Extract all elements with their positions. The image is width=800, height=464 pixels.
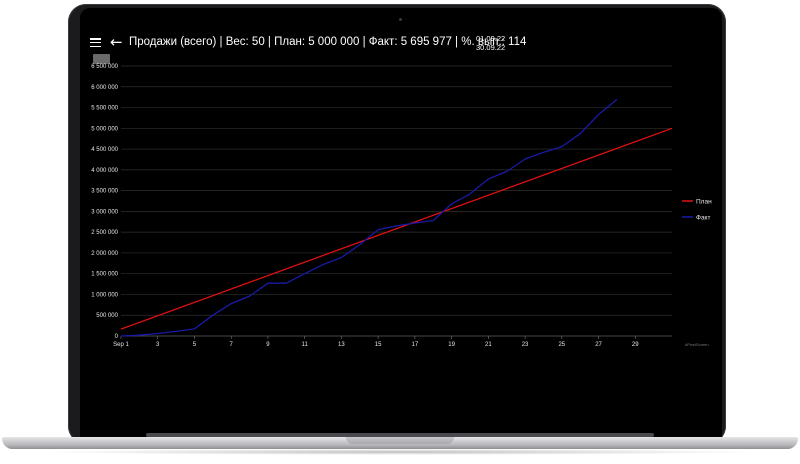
date-to: 30.09.22 — [476, 43, 506, 52]
date-range[interactable]: 01.09.22 30.09.22 — [476, 34, 505, 52]
x-tick-label: 5 — [193, 342, 197, 348]
x-tick-label: 3 — [156, 342, 160, 348]
y-tick-label: 1 500 000 — [91, 272, 118, 278]
sales-line-chart: 0 500 000 1 000 000 1 500 000 2 000 000 2 500… — [91, 64, 712, 348]
x-tick-label: 23 — [522, 342, 529, 348]
x-tick-label: 17 — [412, 342, 419, 348]
y-tick-label: 6 000 000 — [91, 85, 118, 91]
x-tick-label: Sep 1 — [113, 342, 129, 348]
plan-series-line — [120, 127, 673, 330]
legend-label: Факт — [696, 214, 710, 221]
legend-label: План — [696, 198, 712, 205]
y-tick-label: 5 000 000 — [91, 126, 118, 132]
menu-icon[interactable] — [90, 38, 101, 48]
y-tick-label: 4 000 000 — [91, 168, 118, 174]
laptop-shadow — [40, 449, 760, 455]
camera — [399, 18, 402, 21]
x-tick-label: 27 — [595, 342, 602, 348]
arrow-left-icon[interactable]: ← — [110, 33, 123, 51]
x-tick-label: 13 — [338, 342, 345, 348]
x-tick-label: 11 — [302, 342, 309, 348]
y-tick-label: 2 000 000 — [91, 251, 118, 257]
y-tick-label: 4 500 000 — [91, 147, 118, 153]
x-tick-label: 19 — [448, 342, 455, 348]
y-tick-label: 500 000 — [96, 313, 118, 319]
y-tick-label: 2 500 000 — [91, 230, 118, 236]
x-tick-label: 21 — [485, 342, 492, 348]
fact-series-line — [120, 98, 618, 337]
laptop-notch — [346, 437, 454, 444]
x-tick-label: 25 — [558, 342, 565, 348]
x-tick-label: 29 — [632, 342, 639, 348]
date-from: 01.09.22 — [476, 34, 506, 43]
app-bar: ← Продажи (всего) | Вес: 50 | План: 5 00… — [80, 32, 722, 54]
watermark-text: #PixelScreen — [685, 342, 709, 347]
y-tick-label: 5 500 000 — [91, 106, 118, 112]
y-tick-label: 1 000 000 — [91, 292, 118, 298]
app-screen: ← Продажи (всего) | Вес: 50 | План: 5 00… — [80, 8, 722, 438]
x-tick-label: 15 — [375, 342, 382, 348]
x-tick-label: 7 — [230, 342, 234, 348]
y-tick-label: 3 000 000 — [91, 209, 118, 215]
page-title: Продажи (всего) | Вес: 50 | План: 5 000 … — [129, 36, 527, 48]
x-tick-label: 9 — [266, 342, 270, 348]
y-tick-label: 0 — [115, 334, 119, 340]
y-tick-label: 6 500 000 — [91, 64, 118, 70]
y-tick-label: 3 500 000 — [91, 189, 118, 195]
